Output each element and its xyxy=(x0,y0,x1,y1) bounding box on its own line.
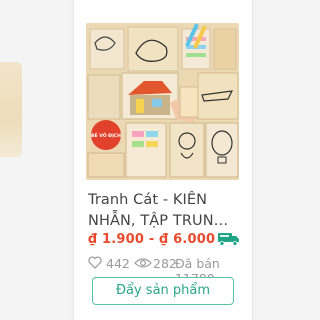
likes-count: 442 xyxy=(106,256,130,271)
product-card[interactable]: BÉ VÔ ĐỊCH Tranh Cát - KIÊN NHẪN, TẬP TR… xyxy=(74,0,252,320)
push-product-button[interactable]: Đẩy sản phẩm xyxy=(92,277,234,305)
product-image[interactable]: BÉ VÔ ĐỊCH xyxy=(86,23,239,180)
free-shipping-truck-icon xyxy=(218,233,239,246)
heart-icon[interactable] xyxy=(88,256,102,269)
adjacent-card-edge xyxy=(0,62,22,157)
product-price: ₫ 1.900 - ₫ 6.000 xyxy=(88,232,216,247)
product-stats: 442 282 Đã bán 11780 xyxy=(88,254,246,286)
views-count: 282 xyxy=(153,256,177,271)
product-title[interactable]: Tranh Cát - KIÊN NHẪN, TẬP TRUNG ... xyxy=(88,190,238,232)
sand-art-photo-icon: BÉ VÔ ĐỊCH xyxy=(86,23,239,180)
eye-icon xyxy=(134,258,152,268)
